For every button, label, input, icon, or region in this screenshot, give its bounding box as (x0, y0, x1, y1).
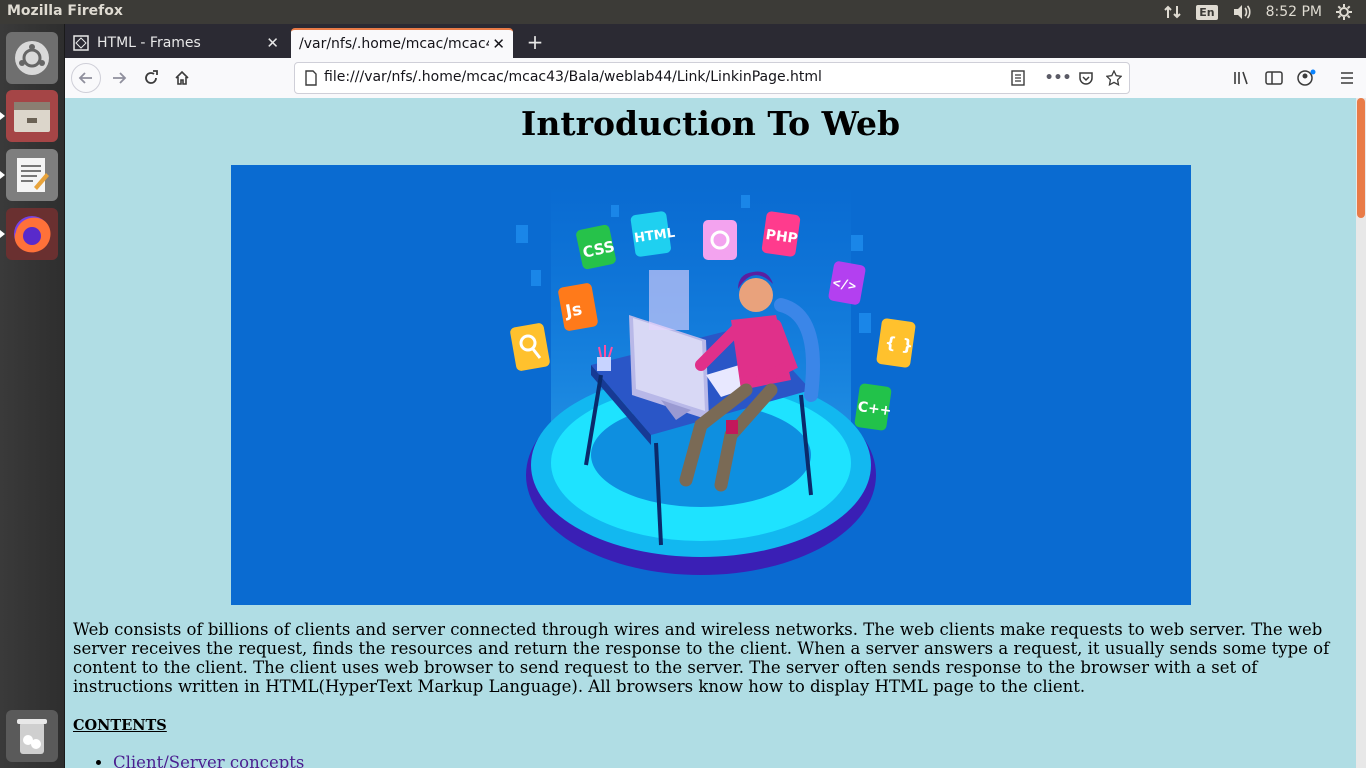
library-button[interactable] (1228, 64, 1256, 92)
contents-list: Client/Server concepts (73, 753, 304, 768)
page-info-icon[interactable] (302, 69, 320, 87)
firefox-icon[interactable] (0, 208, 58, 260)
list-item: Client/Server concepts (113, 753, 304, 768)
navigation-toolbar: file:///var/nfs/.home/mcac/mcac43/Bala/w… (65, 58, 1366, 99)
close-tab-icon[interactable]: ✕ (266, 34, 279, 52)
network-icon[interactable] (1164, 4, 1182, 20)
svg-text:Js: Js (563, 300, 584, 323)
reload-button[interactable] (137, 64, 165, 92)
page-favicon-icon (73, 35, 89, 51)
system-tray: En 8:52 PM (1164, 0, 1366, 24)
hero-image: CSS HTML PHP Js </> {} C++ (231, 165, 1191, 605)
bookmark-star-icon[interactable] (1105, 69, 1123, 87)
reload-icon (145, 70, 158, 84)
sidebar-icon (1265, 71, 1283, 85)
tab-label: HTML - Frames (97, 35, 201, 51)
app-menu-button[interactable] (1333, 64, 1361, 92)
tab-html-frames[interactable]: HTML - Frames ✕ (65, 28, 287, 58)
library-icon (1234, 71, 1248, 85)
contents-heading: CONTENTS (73, 717, 167, 734)
page-content: Introduction To Web CSS HTML PHP Js </> … (65, 98, 1356, 768)
text-editor-icon[interactable] (0, 149, 58, 201)
files-icon[interactable] (0, 90, 58, 142)
intro-paragraph: Web consists of billions of clients and … (73, 620, 1330, 696)
volume-icon[interactable] (1232, 4, 1252, 20)
trash-icon[interactable] (6, 710, 58, 762)
window-title: Mozilla Firefox (7, 3, 123, 19)
scrollbar-thumb[interactable] (1357, 98, 1365, 218)
account-icon (1297, 69, 1316, 86)
search-tile (510, 323, 550, 371)
braces-tile: { } (876, 318, 916, 368)
account-button[interactable] (1292, 64, 1320, 92)
back-button[interactable] (71, 63, 101, 93)
close-tab-icon[interactable]: ✕ (492, 35, 505, 53)
unity-launcher (0, 24, 65, 768)
cpp-tile: C++ (854, 383, 892, 431)
new-tab-button[interactable]: + (521, 30, 549, 54)
svg-text:{ }: { } (884, 333, 915, 356)
keyboard-language-indicator[interactable]: En (1196, 4, 1218, 20)
page-heading: Introduction To Web (520, 104, 901, 143)
tab-label: /var/nfs/.home/mcac/mcac43/Bala/weblab44… (299, 36, 489, 52)
settings-gear-icon[interactable] (1336, 4, 1352, 20)
url-text[interactable]: file:///var/nfs/.home/mcac/mcac43/Bala/w… (324, 69, 822, 85)
tab-linkinpage[interactable]: /var/nfs/.home/mcac/mcac43/Bala/weblab44… (291, 28, 513, 58)
pocket-icon[interactable] (1077, 69, 1095, 87)
gear-tile (703, 220, 737, 260)
forward-button[interactable] (105, 64, 133, 92)
forward-arrow-icon (113, 72, 127, 84)
back-arrow-icon (78, 72, 92, 84)
page-actions-icon[interactable]: ••• (1045, 69, 1072, 87)
toc-link-client-server[interactable]: Client/Server concepts (113, 753, 304, 768)
web-developer-illustration: CSS HTML PHP Js </> {} C++ (510, 185, 916, 575)
url-bar[interactable]: file:///var/nfs/.home/mcac/mcac43/Bala/w… (294, 62, 1130, 94)
php-tile: PHP (761, 211, 801, 257)
home-button[interactable] (168, 64, 196, 92)
system-top-bar: Mozilla Firefox En 8:52 PM (0, 0, 1366, 24)
reader-view-icon[interactable] (1009, 69, 1027, 87)
dash-icon[interactable] (6, 32, 58, 84)
page-scrollbar[interactable] (1356, 98, 1366, 768)
clock[interactable]: 8:52 PM (1266, 4, 1322, 20)
sidebar-button[interactable] (1260, 64, 1288, 92)
home-icon (175, 70, 189, 85)
code-tile: </> (828, 261, 866, 305)
hamburger-menu-icon (1341, 72, 1353, 84)
tab-bar: HTML - Frames ✕ /var/nfs/.home/mcac/mcac… (65, 24, 1366, 58)
